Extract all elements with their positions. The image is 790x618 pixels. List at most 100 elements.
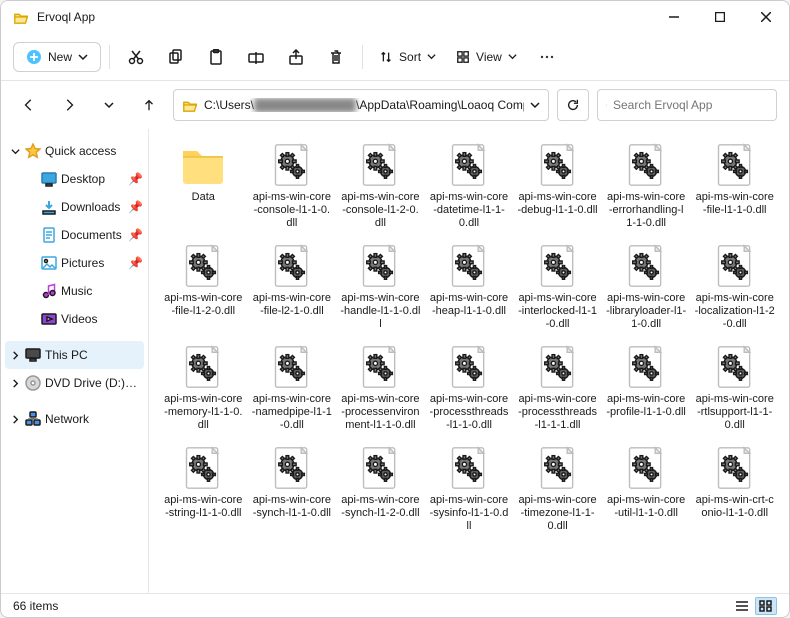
file-item[interactable]: api-ms-win-core-synch-l1-1-0.dll: [250, 440, 335, 537]
file-item[interactable]: api-ms-win-core-namedpipe-l1-1-0.dll: [250, 339, 335, 436]
folder-item[interactable]: Data: [161, 137, 246, 234]
file-item[interactable]: api-ms-win-core-file-l1-1-0.dll: [692, 137, 777, 234]
copy-button[interactable]: [158, 39, 194, 75]
file-item[interactable]: api-ms-win-core-debug-l1-1-0.dll: [515, 137, 600, 234]
window-title: Ervoql App: [37, 10, 95, 24]
file-item[interactable]: api-ms-win-core-libraryloader-l1-1-0.dll: [604, 238, 689, 335]
videos-icon: [41, 311, 57, 327]
sidebar-item-downloads[interactable]: Downloads📌: [21, 193, 144, 221]
file-item[interactable]: api-ms-win-core-processthreads-l1-1-1.dl…: [515, 339, 600, 436]
file-item[interactable]: api-ms-win-core-rtlsupport-l1-1-0.dll: [692, 339, 777, 436]
delete-button[interactable]: [318, 39, 354, 75]
history-button[interactable]: [93, 89, 125, 121]
file-item[interactable]: api-ms-win-core-timezone-l1-1-0.dll: [515, 440, 600, 537]
search-input[interactable]: [613, 98, 768, 112]
dll-icon: [268, 444, 316, 492]
large-icons-view-button[interactable]: [755, 597, 777, 615]
dll-icon: [179, 242, 227, 290]
file-item[interactable]: api-ms-win-core-util-l1-1-0.dll: [604, 440, 689, 537]
share-button[interactable]: [278, 39, 314, 75]
file-item[interactable]: api-ms-win-core-localization-l1-2-0.dll: [692, 238, 777, 335]
sidebar: Quick access Desktop📌 Downloads📌 Documen…: [1, 129, 149, 593]
search-box[interactable]: [597, 89, 777, 121]
sidebar-item-network[interactable]: Network: [5, 405, 144, 433]
navbar: C:\Users\████████████\AppData\Roaming\Lo…: [1, 81, 789, 129]
dll-icon: [356, 141, 404, 189]
file-item[interactable]: api-ms-win-core-processenvironment-l1-1-…: [338, 339, 423, 436]
quick-access-items: Desktop📌 Downloads📌 Documents📌 Pictures📌…: [5, 165, 144, 333]
sort-button[interactable]: Sort: [371, 44, 444, 70]
quick-access[interactable]: Quick access: [5, 137, 144, 165]
file-item[interactable]: api-ms-win-crt-conio-l1-1-0.dll: [692, 440, 777, 537]
sidebar-item-documents[interactable]: Documents📌: [21, 221, 144, 249]
file-name: api-ms-win-core-processthreads-l1-1-1.dl…: [515, 393, 600, 432]
back-button[interactable]: [13, 89, 45, 121]
file-name: api-ms-win-core-processthreads-l1-1-0.dl…: [427, 393, 512, 432]
chevron-down-icon: [427, 52, 436, 61]
chevron-right-icon[interactable]: [9, 415, 21, 424]
chevron-right-icon[interactable]: [9, 379, 21, 388]
file-name: api-ms-win-core-debug-l1-1-0.dll: [515, 191, 600, 217]
chevron-down-icon[interactable]: [530, 100, 540, 110]
rename-button[interactable]: [238, 39, 274, 75]
file-item[interactable]: api-ms-win-core-console-l1-2-0.dll: [338, 137, 423, 234]
dll-icon: [534, 242, 582, 290]
file-item[interactable]: api-ms-win-core-errorhandling-l1-1-0.dll: [604, 137, 689, 234]
file-item[interactable]: api-ms-win-core-profile-l1-1-0.dll: [604, 339, 689, 436]
sidebar-item-dvd[interactable]: DVD Drive (D:) CCCC: [5, 369, 144, 397]
file-item[interactable]: api-ms-win-core-heap-l1-1-0.dll: [427, 238, 512, 335]
dll-icon: [711, 444, 759, 492]
explorer-window: Ervoql App New Sort View C:\Users\██████…: [0, 0, 790, 618]
file-item[interactable]: api-ms-win-core-file-l2-1-0.dll: [250, 238, 335, 335]
chevron-down-icon: [78, 52, 88, 62]
sort-label: Sort: [399, 50, 421, 64]
file-name: api-ms-win-core-synch-l1-1-0.dll: [250, 494, 335, 520]
file-name: api-ms-win-core-console-l1-2-0.dll: [338, 191, 423, 230]
sidebar-item-desktop[interactable]: Desktop📌: [21, 165, 144, 193]
maximize-button[interactable]: [697, 1, 743, 33]
file-item[interactable]: api-ms-win-core-handle-l1-1-0.dll: [338, 238, 423, 335]
address-bar[interactable]: C:\Users\████████████\AppData\Roaming\Lo…: [173, 89, 549, 121]
file-item[interactable]: api-ms-win-core-processthreads-l1-1-0.dl…: [427, 339, 512, 436]
details-view-button[interactable]: [731, 597, 753, 615]
file-item[interactable]: api-ms-win-core-interlocked-l1-1-0.dll: [515, 238, 600, 335]
dll-icon: [356, 242, 404, 290]
up-button[interactable]: [133, 89, 165, 121]
cut-button[interactable]: [118, 39, 154, 75]
view-button[interactable]: View: [448, 44, 525, 70]
dll-icon: [445, 444, 493, 492]
file-name: api-ms-win-core-libraryloader-l1-1-0.dll: [604, 292, 689, 331]
file-item[interactable]: api-ms-win-core-file-l1-2-0.dll: [161, 238, 246, 335]
file-item[interactable]: api-ms-win-core-datetime-l1-1-0.dll: [427, 137, 512, 234]
refresh-button[interactable]: [557, 89, 589, 121]
sidebar-item-thispc[interactable]: This PC: [5, 341, 144, 369]
file-name: api-ms-win-core-file-l2-1-0.dll: [250, 292, 335, 318]
file-item[interactable]: api-ms-win-core-string-l1-1-0.dll: [161, 440, 246, 537]
dll-icon: [711, 242, 759, 290]
chevron-down-icon[interactable]: [9, 147, 21, 156]
close-button[interactable]: [743, 1, 789, 33]
more-button[interactable]: [529, 39, 565, 75]
new-label: New: [48, 50, 72, 64]
pictures-icon: [41, 255, 57, 271]
dll-icon: [268, 141, 316, 189]
folder-icon: [13, 9, 29, 25]
sidebar-item-music[interactable]: Music: [21, 277, 144, 305]
forward-button[interactable]: [53, 89, 85, 121]
chevron-right-icon[interactable]: [9, 351, 21, 360]
file-name: api-ms-win-core-interlocked-l1-1-0.dll: [515, 292, 600, 331]
minimize-button[interactable]: [651, 1, 697, 33]
file-name: api-ms-win-core-console-l1-1-0.dll: [250, 191, 335, 230]
dll-icon: [622, 444, 670, 492]
new-button[interactable]: New: [13, 42, 101, 72]
sidebar-item-videos[interactable]: Videos: [21, 305, 144, 333]
file-item[interactable]: api-ms-win-core-memory-l1-1-0.dll: [161, 339, 246, 436]
pin-icon: 📌: [128, 256, 140, 270]
file-item[interactable]: api-ms-win-core-synch-l1-2-0.dll: [338, 440, 423, 537]
file-item[interactable]: api-ms-win-core-sysinfo-l1-1-0.dll: [427, 440, 512, 537]
dll-icon: [445, 242, 493, 290]
sidebar-item-pictures[interactable]: Pictures📌: [21, 249, 144, 277]
file-item[interactable]: api-ms-win-core-console-l1-1-0.dll: [250, 137, 335, 234]
file-pane[interactable]: Dataapi-ms-win-core-console-l1-1-0.dllap…: [149, 129, 789, 593]
paste-button[interactable]: [198, 39, 234, 75]
